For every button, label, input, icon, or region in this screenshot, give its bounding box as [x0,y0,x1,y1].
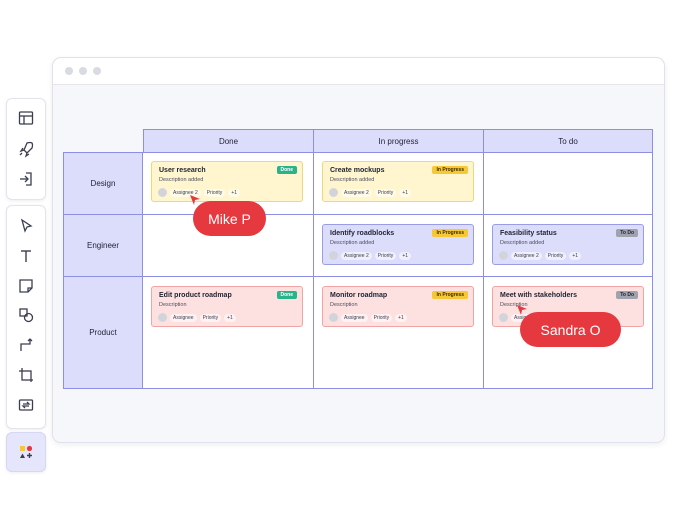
cursor-arrow-icon [190,195,200,205]
status-badge: To Do [616,229,638,237]
select-arrow-icon[interactable] [16,216,36,236]
more-chip: +1 [224,313,236,322]
task-card-edit-product-roadmap[interactable]: Edit product roadmap Description Done As… [151,286,303,327]
window-dot [79,67,87,75]
card-meta: Assignee 2 Priority +1 [499,251,582,260]
task-card-identify-roadblocks[interactable]: Identify roadblocks Description added In… [322,224,474,265]
status-badge: In Progress [432,229,468,237]
frame-icon[interactable] [16,365,36,385]
avatar [329,251,338,260]
column-header-in-progress: In progress [313,129,484,153]
assignee-chip: Assignee [341,313,368,322]
task-card-create-mockups[interactable]: Create mockups Description added In Prog… [322,161,474,202]
cursor-arrow-icon [517,305,527,315]
collaborator-cursor-label: Mike P [193,201,266,236]
card-meta: Assignee Priority +1 [329,313,407,322]
card-meta: Assignee 2 Priority +1 [329,188,412,197]
row-header-product: Product [63,276,143,389]
window-dot [65,67,73,75]
avatar [158,188,167,197]
column-header-done: Done [143,129,314,153]
task-card-user-research[interactable]: User research Description added Done Ass… [151,161,303,202]
card-meta: Assignee Priority +1 [158,313,236,322]
left-toolbar-top [6,98,46,200]
avatar [329,188,338,197]
more-chip: +1 [228,188,241,197]
row-header-engineer: Engineer [63,214,143,277]
more-chip: +1 [399,188,412,197]
left-toolbar-tools [6,205,46,429]
avatar [329,313,338,322]
card-title: Edit product roadmap [159,292,232,299]
import-icon[interactable] [16,169,36,189]
status-badge: Done [276,166,297,174]
status-badge: In Progress [432,166,468,174]
avatar [499,313,508,322]
status-badge: In Progress [432,291,468,299]
assignee-chip: Assignee 2 [511,251,542,260]
priority-chip: Priority [203,188,226,197]
assignee-chip: Assignee [170,313,197,322]
status-badge: To Do [616,291,638,299]
row-header-design: Design [63,152,143,215]
collaborator-cursor-label: Sandra O [520,312,621,347]
card-title: User research [159,167,206,174]
card-description: Description added [500,240,545,246]
card-description: Description [330,302,358,308]
connector-icon[interactable] [16,335,36,355]
column-header-to-do: To do [483,129,653,153]
priority-chip: Priority [199,313,222,322]
more-chip: +1 [395,313,407,322]
window-dot [93,67,101,75]
task-card-feasibility-status[interactable]: Feasibility status Description added To … [492,224,644,265]
card-meta: Assignee 2 Priority +1 [329,251,412,260]
board-cell[interactable] [483,152,653,215]
card-description: Description added [330,177,375,183]
priority-chip: Priority [374,251,397,260]
shapes-icon[interactable] [16,305,36,325]
rocket-icon[interactable] [16,139,36,159]
priority-chip: Priority [370,313,393,322]
left-toolbar-shape-library[interactable] [6,432,46,472]
avatar [499,251,508,260]
layout-icon[interactable] [16,108,36,128]
card-description: Description added [159,177,204,183]
text-icon[interactable] [16,246,36,266]
card-description: Description added [330,240,375,246]
priority-chip: Priority [374,188,397,197]
more-chip: +1 [569,251,582,260]
priority-chip: Priority [544,251,567,260]
more-chip: +1 [399,251,412,260]
status-badge: Done [276,291,297,299]
sticky-note-icon[interactable] [16,276,36,296]
task-card-monitor-roadmap[interactable]: Monitor roadmap Description In Progress … [322,286,474,327]
assignee-chip: Assignee 2 [341,188,372,197]
assignee-chip: Assignee 2 [341,251,372,260]
card-description: Description [159,302,187,308]
image-swap-icon[interactable] [16,395,36,415]
window-titlebar [53,58,664,85]
avatar [158,313,167,322]
shape-library-icon[interactable] [16,442,36,462]
